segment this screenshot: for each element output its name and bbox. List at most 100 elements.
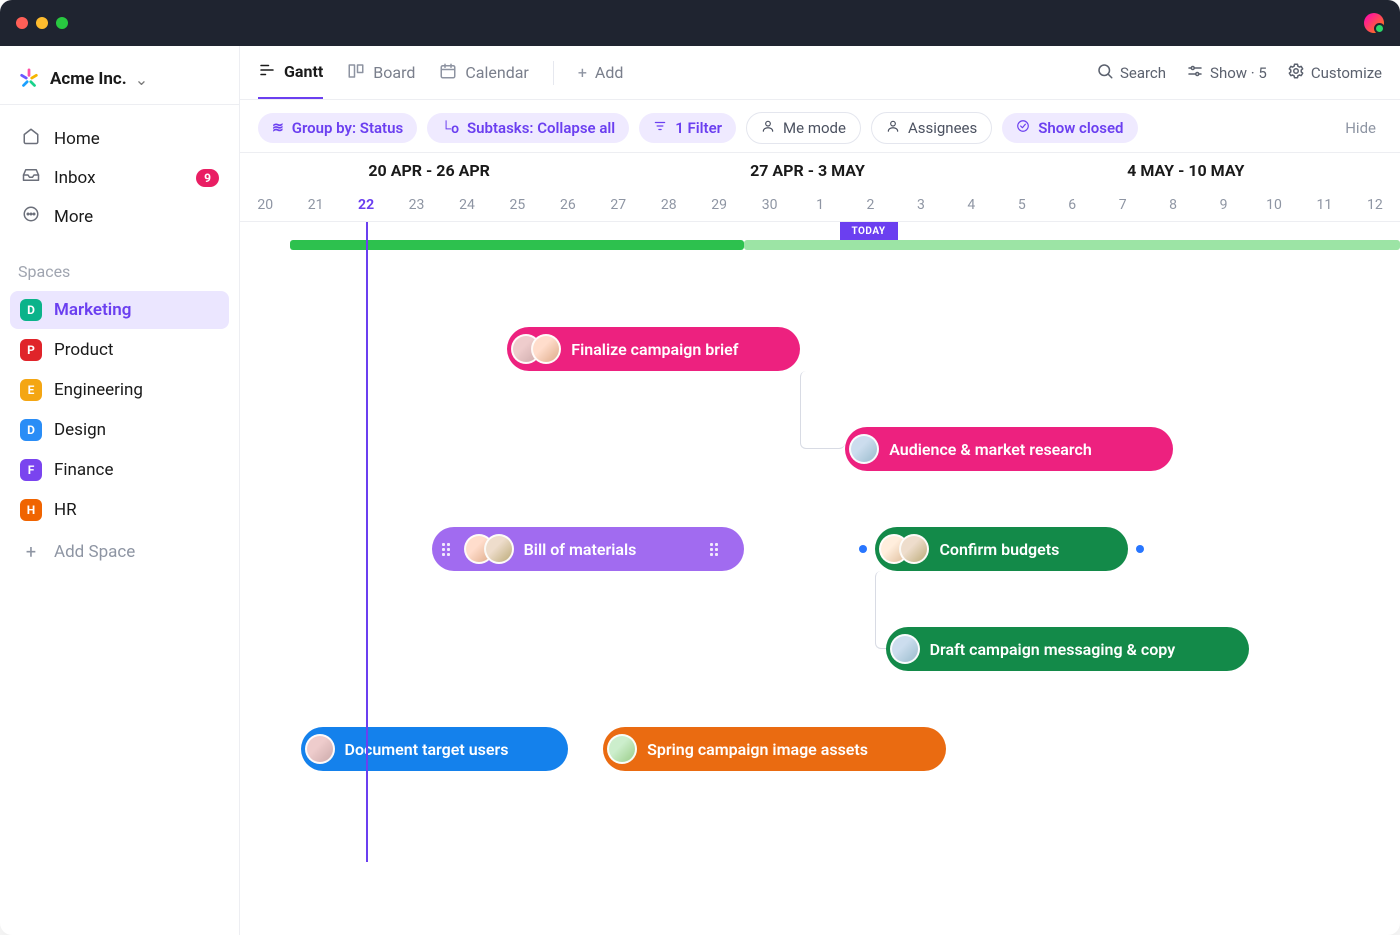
day-cell[interactable]: 4 (946, 188, 996, 221)
current-user-avatar[interactable] (1364, 13, 1384, 33)
task-draft-campaign-messaging[interactable]: Draft campaign messaging & copy (886, 627, 1249, 671)
inbox-icon (20, 166, 42, 189)
sidebar-space-engineering[interactable]: EEngineering (10, 371, 229, 409)
day-cell[interactable]: 25 (492, 188, 542, 221)
gantt-chart[interactable]: 20 APR - 26 APR27 APR - 3 MAY4 MAY - 10 … (240, 152, 1400, 935)
day-cell[interactable]: 10 (1249, 188, 1299, 221)
customize-button[interactable]: Customize (1287, 62, 1382, 84)
nav-home[interactable]: Home (10, 119, 229, 158)
hide-filters-button[interactable]: Hide (1339, 119, 1382, 137)
close-window-icon[interactable] (16, 17, 28, 29)
nav-inbox[interactable]: Inbox 9 (10, 158, 229, 197)
day-cell[interactable]: 27 (593, 188, 643, 221)
week-label: 27 APR - 3 MAY (618, 153, 996, 188)
traffic-lights (16, 17, 68, 29)
sidebar-space-marketing[interactable]: DMarketing (10, 291, 229, 329)
task-bill-of-materials[interactable]: Bill of materials (432, 527, 745, 571)
task-label: Spring campaign image assets (647, 740, 868, 759)
day-cell[interactable]: 9 (1198, 188, 1248, 221)
task-label: Audience & market research (889, 440, 1092, 459)
space-color-icon: D (20, 299, 42, 321)
day-cell[interactable]: 3 (896, 188, 946, 221)
group-by-chip[interactable]: ≋ Group by: Status (258, 113, 417, 143)
tab-gantt[interactable]: Gantt (258, 46, 323, 99)
day-cell[interactable]: 2 (845, 188, 895, 221)
nav-more[interactable]: More (10, 197, 229, 236)
clickup-logo-icon (18, 68, 40, 90)
day-cell[interactable]: 12 (1350, 188, 1400, 221)
space-label: HR (54, 500, 77, 520)
day-cell[interactable]: 21 (290, 188, 340, 221)
tab-board[interactable]: Board (347, 46, 415, 99)
show-button[interactable]: Show · 5 (1186, 62, 1267, 84)
spaces-section-label: Spaces (0, 246, 239, 289)
minimize-window-icon[interactable] (36, 17, 48, 29)
filter-label: 1 Filter (675, 119, 722, 137)
check-circle-icon (1016, 119, 1030, 137)
day-cell[interactable]: 29 (694, 188, 744, 221)
tab-calendar-label: Calendar (465, 63, 528, 82)
today-marker: TODAY (840, 222, 898, 240)
day-cell[interactable]: 24 (442, 188, 492, 221)
sidebar-space-finance[interactable]: FFinance (10, 451, 229, 489)
gear-icon (1287, 62, 1305, 84)
day-cell[interactable]: 30 (744, 188, 794, 221)
search-label: Search (1120, 64, 1166, 82)
subtasks-label: Subtasks: Collapse all (467, 119, 615, 137)
board-icon (347, 62, 365, 84)
day-cell[interactable]: 8 (1148, 188, 1198, 221)
gantt-body[interactable]: TODAY Finalize campaign brief Audience &… (240, 222, 1400, 862)
task-spring-campaign-image-assets[interactable]: Spring campaign image assets (603, 727, 946, 771)
view-tabs: Gantt Board Calendar + Add (240, 46, 1400, 100)
assignees-chip[interactable]: Assignees (871, 112, 992, 144)
subtasks-chip[interactable]: └o Subtasks: Collapse all (427, 113, 629, 143)
task-audience-market-research[interactable]: Audience & market research (845, 427, 1173, 471)
drag-handle-icon[interactable] (442, 543, 454, 556)
person-icon (886, 119, 900, 137)
sidebar-space-hr[interactable]: H HR (10, 491, 229, 529)
task-finalize-campaign-brief[interactable]: Finalize campaign brief (507, 327, 800, 371)
drag-handle-icon[interactable] (710, 543, 722, 556)
tab-add-view[interactable]: + Add (578, 46, 624, 99)
day-cell[interactable]: 6 (1047, 188, 1097, 221)
space-color-icon: H (20, 499, 42, 521)
day-cell[interactable]: 28 (644, 188, 694, 221)
task-label: Confirm budgets (939, 540, 1059, 559)
today-line (366, 222, 368, 862)
show-label: Show · 5 (1210, 64, 1267, 82)
maximize-window-icon[interactable] (56, 17, 68, 29)
sidebar: Acme Inc. ⌄ Home Inbox 9 More Spaces (0, 46, 240, 935)
day-cell[interactable]: 23 (391, 188, 441, 221)
sidebar-space-product[interactable]: PProduct (10, 331, 229, 369)
day-cell[interactable]: 26 (543, 188, 593, 221)
task-document-target-users[interactable]: Document target users (301, 727, 568, 771)
add-space-label: Add Space (54, 542, 135, 562)
me-mode-chip[interactable]: Me mode (746, 112, 861, 144)
show-closed-chip[interactable]: Show closed (1002, 113, 1137, 143)
workspace-switcher[interactable]: Acme Inc. ⌄ (0, 58, 239, 105)
search-button[interactable]: Search (1096, 62, 1166, 84)
add-space-button[interactable]: + Add Space (10, 533, 229, 571)
nav-more-label: More (54, 207, 93, 227)
nav-home-label: Home (54, 129, 100, 149)
tab-add-label: Add (595, 63, 623, 82)
space-color-icon: E (20, 379, 42, 401)
day-cell[interactable]: 22 (341, 188, 391, 221)
search-icon (1096, 62, 1114, 84)
task-label: Draft campaign messaging & copy (930, 640, 1176, 659)
task-confirm-budgets[interactable]: Confirm budgets (875, 527, 1127, 571)
day-cell[interactable]: 11 (1299, 188, 1349, 221)
resize-handle-icon[interactable] (859, 545, 867, 553)
day-cell[interactable]: 5 (997, 188, 1047, 221)
subtree-icon: └o (441, 120, 459, 137)
inbox-count-badge: 9 (196, 169, 219, 187)
filter-icon (653, 119, 667, 137)
day-cell[interactable]: 1 (795, 188, 845, 221)
day-cell[interactable]: 20 (240, 188, 290, 221)
tab-calendar[interactable]: Calendar (439, 46, 528, 99)
filter-chip[interactable]: 1 Filter (639, 113, 736, 143)
day-cell[interactable]: 7 (1097, 188, 1147, 221)
space-color-icon: F (20, 459, 42, 481)
sidebar-space-design[interactable]: DDesign (10, 411, 229, 449)
resize-handle-icon[interactable] (1136, 545, 1144, 553)
